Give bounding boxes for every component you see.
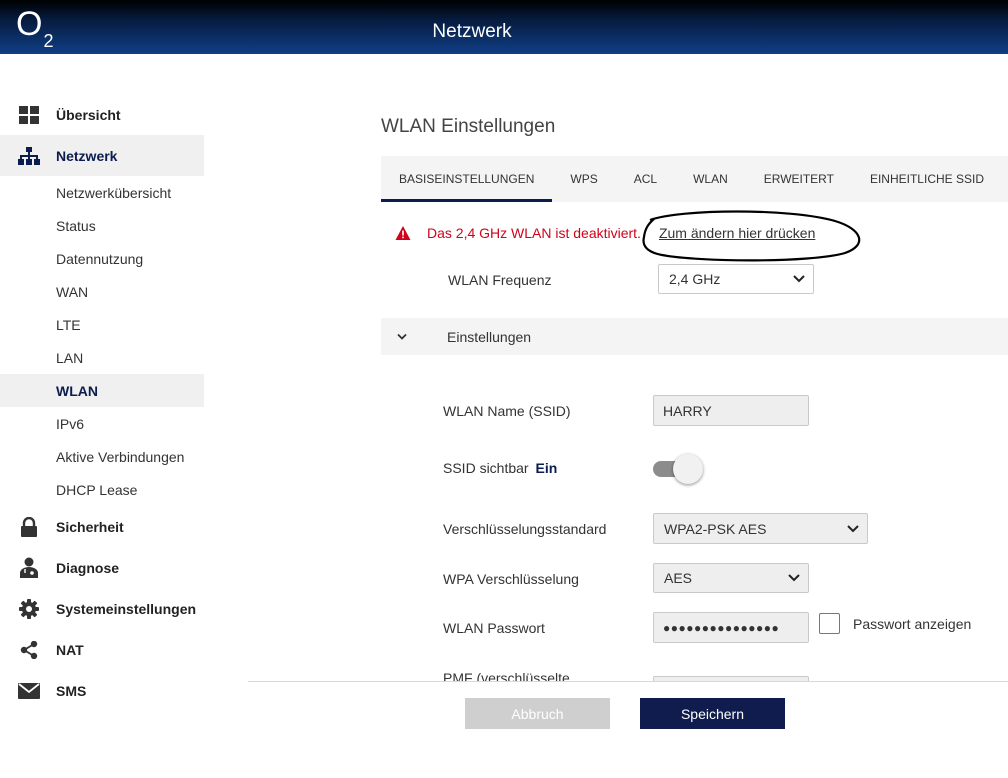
chevron-down-icon — [397, 333, 407, 340]
save-button[interactable]: Speichern — [640, 698, 785, 729]
wpa-encryption-select[interactable]: AES — [653, 563, 809, 593]
settings-section-header[interactable]: Einstellungen — [381, 318, 1008, 355]
sidebar-subitem-wlan[interactable]: WLAN — [0, 374, 204, 407]
alert-text: Das 2,4 GHz WLAN ist deaktiviert. — [427, 225, 641, 241]
ssid-visible-state: Ein — [535, 460, 558, 476]
show-password-checkbox[interactable] — [819, 613, 840, 634]
sidebar-subitem-ipv6[interactable]: IPv6 — [0, 407, 204, 440]
dashboard-icon — [18, 104, 40, 126]
sidebar-item-diagnose[interactable]: Diagnose — [0, 547, 204, 588]
lock-icon — [18, 516, 40, 538]
sidebar-subitem-dhcp-lease[interactable]: DHCP Lease — [0, 473, 204, 506]
tab-basiseinstellungen[interactable]: BASISEINSTELLUNGEN — [381, 156, 553, 202]
cancel-button[interactable]: Abbruch — [465, 698, 610, 729]
tab-wlan[interactable]: WLAN — [675, 156, 746, 202]
encryption-standard-label: Verschlüsselungsstandard — [443, 521, 607, 537]
tab-erweitert[interactable]: ERWEITERT — [746, 156, 852, 202]
sidebar-item-label: SMS — [56, 682, 87, 699]
sidebar-item-label: Sicherheit — [56, 518, 124, 535]
ssid-visible-toggle[interactable] — [653, 453, 705, 485]
wpa-encryption-label: WPA Verschlüsselung — [443, 571, 579, 587]
password-label: WLAN Passwort — [443, 620, 545, 636]
ssid-visible-text: SSID sichtbar — [443, 460, 529, 476]
chevron-down-icon — [788, 574, 800, 582]
sidebar: Übersicht Netzwerk Netzwerkübersicht Sta… — [0, 94, 204, 711]
sidebar-item-netzwerk[interactable]: Netzwerk — [0, 135, 204, 176]
sidebar-item-sms[interactable]: SMS — [0, 670, 204, 711]
sidebar-subitem-status[interactable]: Status — [0, 209, 204, 242]
sidebar-subitem-wan[interactable]: WAN — [0, 275, 204, 308]
frequency-label: WLAN Frequenz — [448, 272, 552, 288]
sidebar-item-nat[interactable]: NAT — [0, 629, 204, 670]
sidebar-item-label: Diagnose — [56, 559, 120, 576]
chevron-down-icon — [847, 524, 859, 532]
sidebar-item-label: NAT — [56, 641, 84, 658]
tab-bar: BASISEINSTELLUNGEN WPS ACL WLAN ERWEITER… — [381, 156, 1008, 202]
hand-drawn-ellipse — [642, 210, 861, 262]
ssid-visible-label: SSID sichtbar Ein — [443, 460, 557, 476]
share-icon — [18, 639, 40, 661]
toggle-knob — [673, 454, 703, 484]
frequency-value: 2,4 GHz — [669, 271, 721, 287]
doctor-icon — [18, 557, 40, 579]
section-label: Einstellungen — [447, 328, 532, 345]
sidebar-item-systemeinstellungen[interactable]: Systemeinstellungen — [0, 588, 204, 629]
gear-icon — [18, 598, 40, 620]
tab-einheitliche-ssid[interactable]: EINHEITLICHE SSID — [852, 156, 1002, 202]
action-footer — [248, 682, 1008, 778]
sidebar-item-label: Netzwerk — [56, 147, 118, 164]
sidebar-subitem-lan[interactable]: LAN — [0, 341, 204, 374]
sidebar-item-sicherheit[interactable]: Sicherheit — [0, 506, 204, 547]
chevron-down-icon — [793, 275, 805, 283]
password-input[interactable]: ●●●●●●●●●●●●●●● — [653, 612, 809, 643]
ssid-label: WLAN Name (SSID) — [443, 403, 571, 419]
sidebar-subitem-lte[interactable]: LTE — [0, 308, 204, 341]
network-icon — [18, 145, 40, 167]
encryption-standard-select[interactable]: WPA2-PSK AES — [653, 513, 868, 544]
warning-icon — [395, 226, 411, 240]
tab-wps[interactable]: WPS — [552, 156, 615, 202]
tab-acl[interactable]: ACL — [616, 156, 675, 202]
mail-icon — [18, 680, 40, 702]
wpa-encryption-value: AES — [664, 570, 693, 586]
sidebar-item-label: Übersicht — [56, 106, 121, 123]
page-title: WLAN Einstellungen — [381, 116, 556, 137]
show-password-label: Passwort anzeigen — [853, 616, 972, 632]
encryption-standard-value: WPA2-PSK AES — [664, 520, 767, 537]
frequency-select[interactable]: 2,4 GHz — [658, 264, 814, 294]
sidebar-subitem-aktive-verbindungen[interactable]: Aktive Verbindungen — [0, 440, 204, 473]
sidebar-item-label: Systemeinstellungen — [56, 600, 197, 617]
sidebar-subitem-netzwerkuebersicht[interactable]: Netzwerkübersicht — [0, 176, 204, 209]
ssid-input[interactable]: HARRY — [653, 395, 809, 426]
app-header: O2 Netzwerk — [0, 0, 1008, 54]
sidebar-subitem-datennutzung[interactable]: Datennutzung — [0, 242, 204, 275]
header-title: Netzwerk — [432, 21, 512, 42]
sidebar-item-uebersicht[interactable]: Übersicht — [0, 94, 204, 135]
